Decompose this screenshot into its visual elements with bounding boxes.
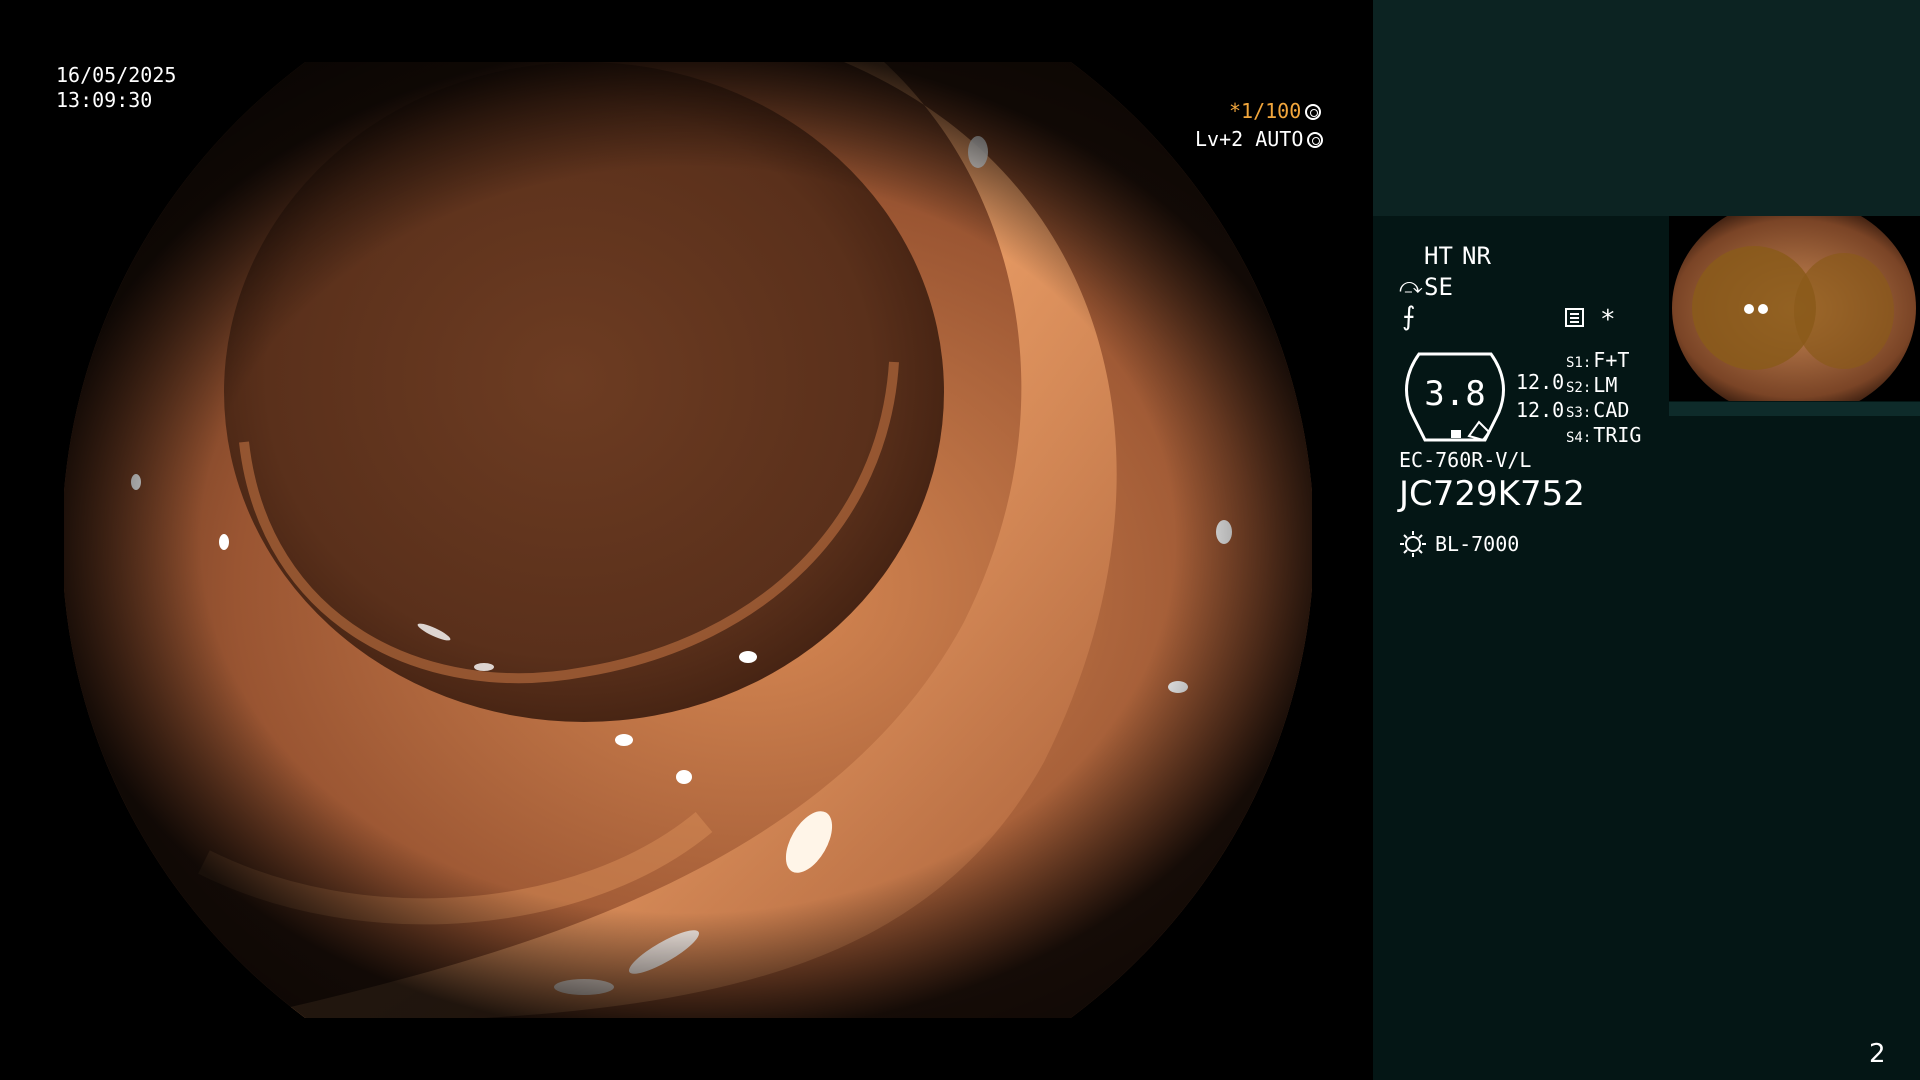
f-icon: ⨍ xyxy=(1402,302,1416,332)
enhance-value: Lv+2 AUTO xyxy=(1195,127,1304,151)
se-indicator: SE xyxy=(1424,273,1453,301)
switch-s3: S3: CAD xyxy=(1566,398,1630,422)
page-number: 2 xyxy=(1869,1039,1886,1069)
panel-header-area xyxy=(1373,0,1920,216)
value-2: 12.0 xyxy=(1516,398,1565,422)
info-panel: HT NR ⤼ SE ⨍ * 3.8 12.0 12.0 S1: F+T S2: L… xyxy=(1373,0,1920,1080)
endoscopy-image xyxy=(64,62,1312,1018)
auto-icon xyxy=(1307,131,1324,148)
menu-icon xyxy=(1565,308,1584,327)
value-1: 12.0 xyxy=(1516,370,1565,394)
nr-indicator: NR xyxy=(1462,242,1491,270)
gauge-value: 3.8 xyxy=(1424,374,1486,414)
enhance-readout: Lv+2 AUTO xyxy=(1195,127,1324,152)
light-source: BL-7000 xyxy=(1399,530,1519,558)
star-indicator: * xyxy=(1600,305,1616,335)
capture-thumbnail[interactable] xyxy=(1669,216,1920,401)
switch-s2: S2: LM xyxy=(1566,373,1618,397)
scope-serial: JC729K752 xyxy=(1399,474,1585,514)
thumbnail-bar xyxy=(1669,402,1920,416)
shutter-value: *1/100 xyxy=(1229,99,1302,123)
time: 13:09:30 xyxy=(56,88,153,112)
shutter-readout: *1/100 xyxy=(1229,99,1322,124)
lamp-icon xyxy=(1400,531,1426,557)
thumbnail-image xyxy=(1672,216,1916,401)
ht-indicator: HT xyxy=(1424,242,1453,270)
light-source-label: BL-7000 xyxy=(1435,532,1520,556)
switch-s4: S4: TRIG xyxy=(1566,423,1642,447)
scope-model: EC-760R-V/L xyxy=(1399,448,1532,472)
datetime: 16/05/2025 13:09:30 xyxy=(56,63,176,113)
shutter-icon xyxy=(1305,103,1322,120)
switch-s1: S1: F+T xyxy=(1566,348,1630,372)
endoscopy-view xyxy=(64,62,1312,1018)
se-icon: ⤼ xyxy=(1399,274,1423,299)
date: 16/05/2025 xyxy=(56,63,177,87)
